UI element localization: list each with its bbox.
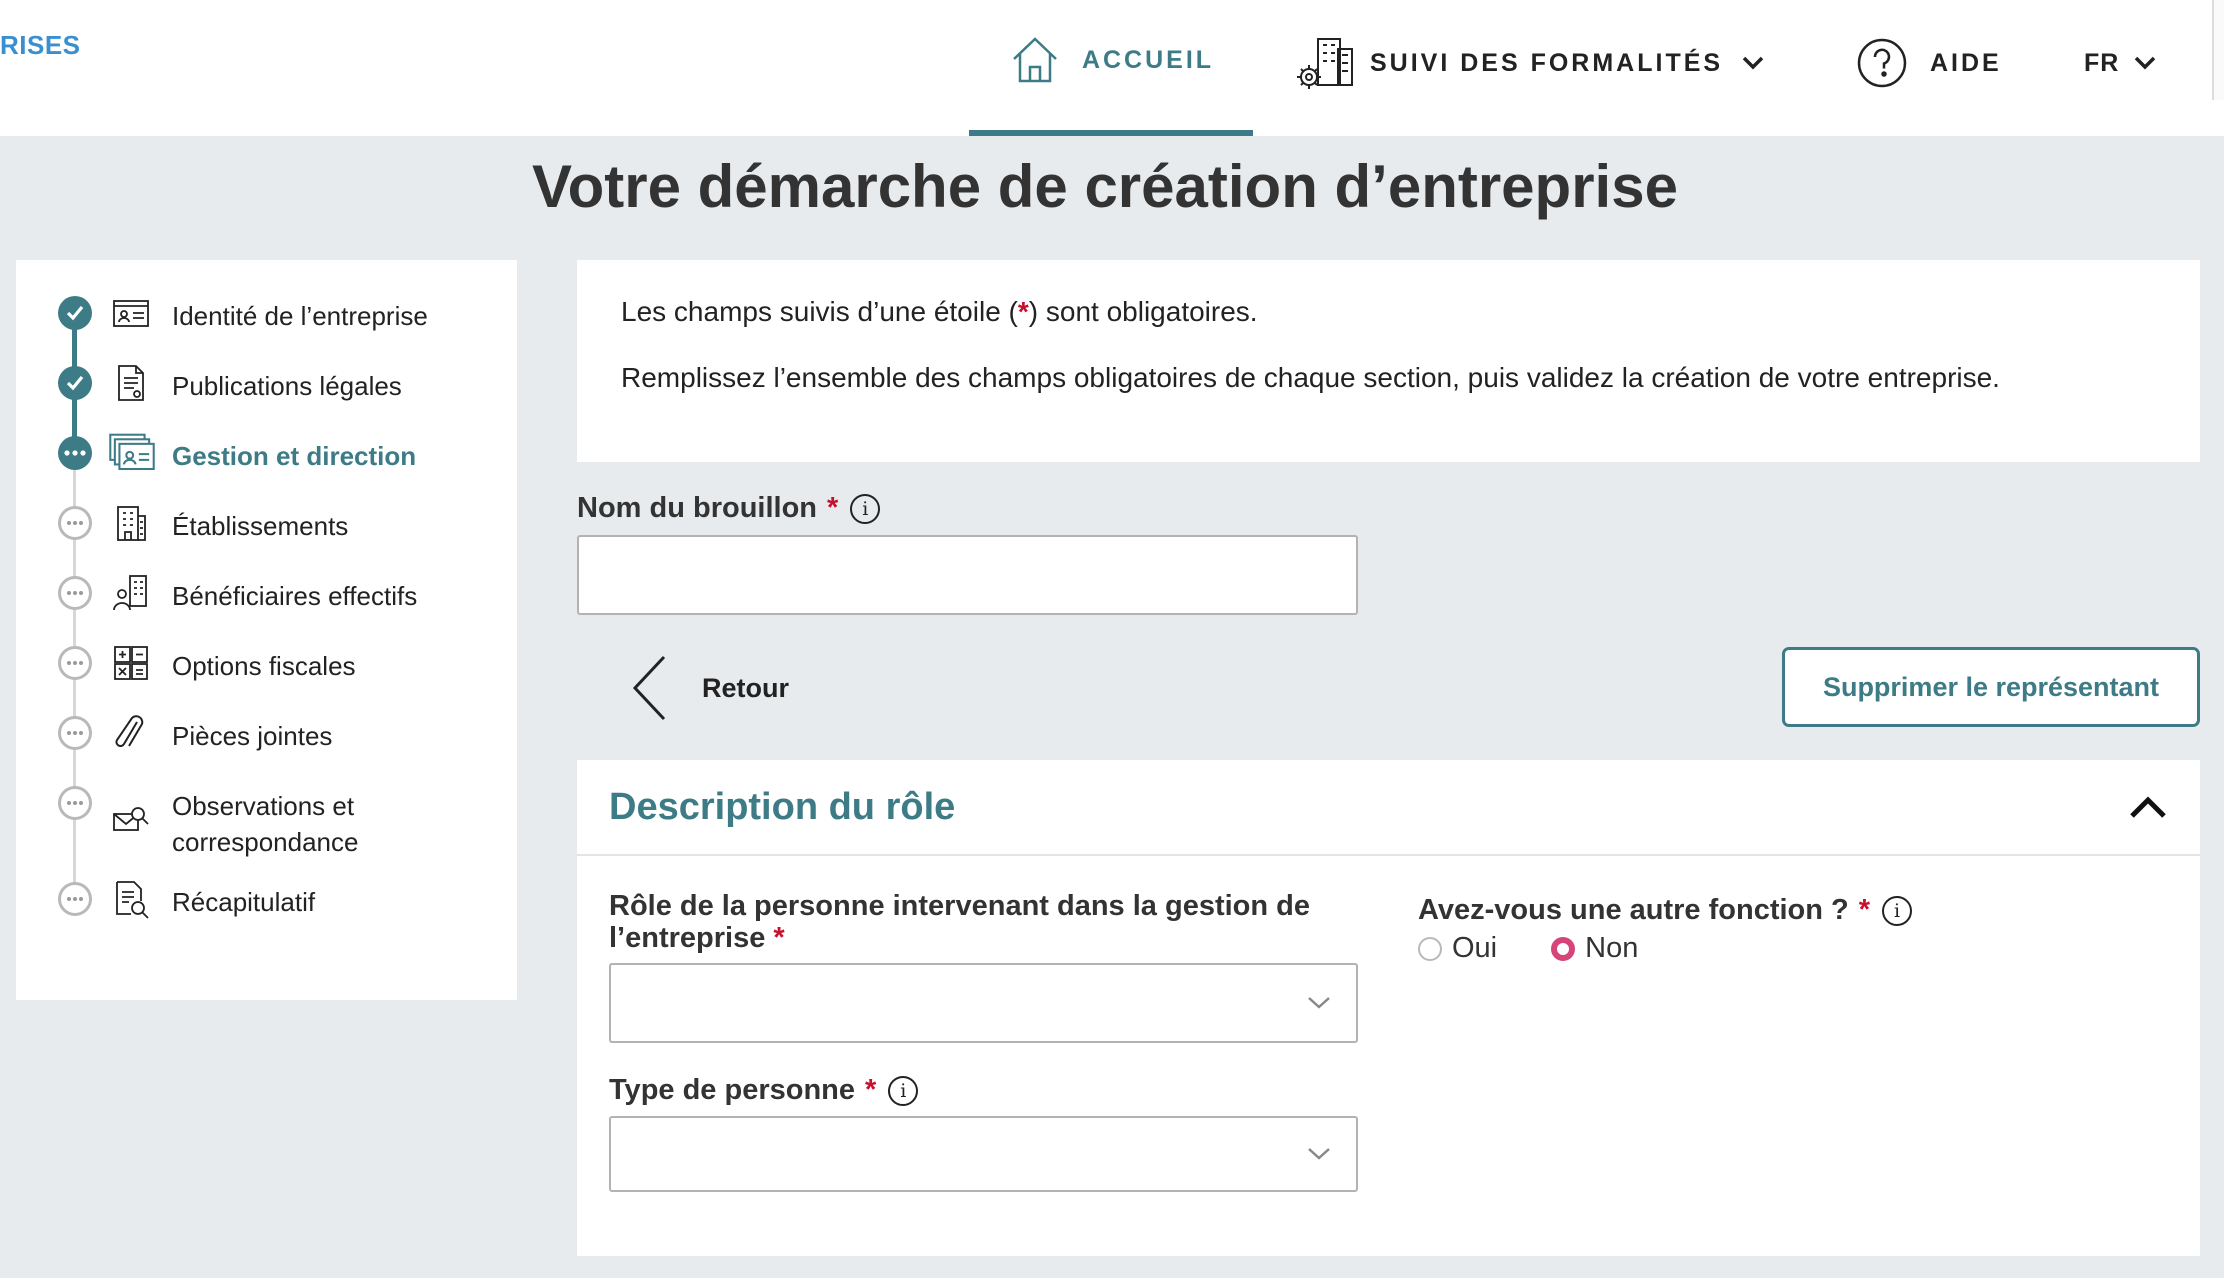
person-type-label-text: Type de personne (609, 1074, 856, 1106)
pending-dots-icon (58, 576, 92, 610)
step-label: Pièces jointes (172, 721, 333, 751)
note-text: ) sont obligatoires. (1028, 296, 1258, 327)
beneficiaries-icon (113, 575, 147, 611)
chevron-down-icon (2135, 56, 2156, 70)
summary-icon (116, 881, 149, 919)
draft-name-input[interactable] (577, 535, 1358, 615)
management-cards-icon (109, 433, 155, 471)
chevron-down-icon (1742, 56, 1764, 70)
role-label: Rôle de la personne intervenant dans la … (609, 890, 1349, 954)
chevron-down-icon (1308, 1148, 1330, 1160)
required-star: * (865, 1074, 877, 1106)
other-function-radio-group: Oui Non (1418, 932, 1692, 965)
step-label: Options fiscales (172, 651, 356, 681)
instructions-text: Remplissez l’ensemble des champs obligat… (621, 362, 2000, 393)
info-icon[interactable]: i (1882, 895, 1913, 926)
section-header[interactable]: Description du rôle (577, 760, 2200, 856)
radio-label: Oui (1452, 932, 1498, 964)
chevron-up-icon[interactable] (2128, 794, 2168, 820)
role-label-text: Rôle de la personne intervenant dans la … (609, 890, 1310, 954)
language-label: FR (2084, 48, 2120, 77)
draft-name-label: Nom du brouillon * i (577, 492, 881, 525)
paperclip-icon (115, 715, 144, 747)
nav-help[interactable]: AIDE (1856, 0, 2002, 136)
draft-name-label-text: Nom du brouillon (577, 492, 818, 524)
id-card-icon (113, 300, 149, 327)
buildings-gear-icon (1297, 38, 1353, 89)
info-card: Les champs suivis d’une étoile (*) sont … (577, 260, 2200, 462)
required-star: * (1858, 894, 1871, 926)
radio-label: Non (1585, 932, 1639, 964)
nav-home[interactable]: ACCUEIL (969, 0, 1253, 136)
step-label: Récapitulatif (172, 887, 316, 917)
nav-active-underline (969, 130, 1253, 136)
pending-dots-icon (58, 882, 92, 916)
required-star: * (773, 922, 785, 954)
back-button[interactable]: Retour (632, 652, 789, 724)
person-type-select[interactable] (609, 1116, 1358, 1192)
radio-non[interactable]: Non (1551, 932, 1638, 965)
check-icon (58, 296, 92, 330)
role-select[interactable] (609, 963, 1358, 1043)
home-icon (1013, 37, 1057, 83)
radio-circle-checked[interactable] (1551, 936, 1576, 961)
step-label: Identité de l’entreprise (172, 301, 428, 331)
radio-circle-unchecked[interactable] (1418, 936, 1442, 961)
info-icon[interactable]: i (850, 493, 881, 524)
info-icon[interactable]: i (888, 1075, 919, 1106)
nav-help-label: AIDE (1930, 48, 2002, 77)
step-label: Publications légales (172, 371, 402, 401)
pending-dots-icon (58, 506, 92, 540)
in-progress-dots-icon (58, 436, 92, 470)
brand-logo-text[interactable]: RISES (0, 30, 81, 61)
person-type-label: Type de personne * i (609, 1074, 919, 1107)
radio-oui[interactable]: Oui (1418, 932, 1497, 965)
pending-dots-icon (58, 716, 92, 750)
required-fields-note: Les champs suivis d’une étoile (*) sont … (621, 296, 1258, 328)
check-icon (58, 366, 92, 400)
calculator-icon (114, 646, 148, 680)
other-function-label-text: Avez-vous une autre fonction ? (1418, 894, 1849, 926)
pending-dots-icon (58, 646, 92, 680)
chevron-down-icon (1308, 997, 1330, 1009)
back-label: Retour (702, 672, 789, 703)
language-selector[interactable]: FR (2084, 0, 2157, 136)
question-circle-icon (1857, 38, 1907, 88)
document-icon (118, 365, 144, 401)
top-header: RISES ACCUEIL SUIVI DES FORMALITÉS AIDE … (0, 0, 2224, 136)
page-title: Votre démarche de création d’entreprise (532, 153, 1678, 220)
mail-search-icon (113, 807, 149, 831)
section-title: Description du rôle (609, 786, 956, 828)
required-star: * (1017, 296, 1029, 327)
nav-home-label: ACCUEIL (1081, 45, 1215, 74)
delete-representative-button[interactable]: Supprimer le représentant (1782, 647, 2200, 727)
step-label: Bénéficiaires effectifs (172, 581, 418, 611)
required-star: * (827, 492, 839, 524)
other-function-label: Avez-vous une autre fonction ? * i (1418, 894, 1913, 927)
nav-tracking-label: SUIVI DES FORMALITÉS (1370, 48, 1724, 77)
building-icon (117, 506, 146, 541)
note-text: Les champs suivis d’une étoile ( (621, 296, 1018, 327)
scrollbar[interactable] (2212, 0, 2224, 100)
nav-tracking-menu[interactable]: SUIVI DES FORMALITÉS (1292, 0, 1765, 136)
step-label: Observations et correspondance (172, 791, 359, 857)
chevron-left-icon (632, 655, 666, 721)
pending-dots-icon (58, 786, 92, 820)
step-label-current: Gestion et direction (172, 441, 417, 471)
step-label: Établissements (172, 511, 349, 541)
